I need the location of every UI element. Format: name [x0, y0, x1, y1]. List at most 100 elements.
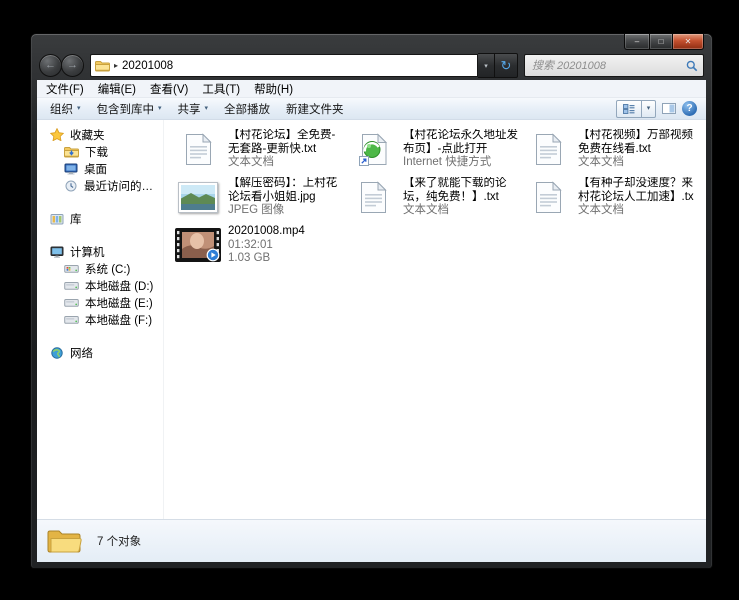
details-pane: 7 个对象	[37, 519, 706, 562]
system-drive-icon	[64, 263, 79, 274]
preview-pane-button[interactable]	[662, 103, 676, 114]
text-file-icon	[525, 128, 571, 170]
sidebar-group: 库	[37, 210, 163, 227]
toolbar-play-all-button[interactable]: 全部播放	[216, 99, 278, 119]
file-text: 【来了就能下载的论坛，纯免费！】.txt文本文档	[403, 176, 519, 220]
menu-view[interactable]: 查看(V)	[143, 81, 195, 97]
navigation-bar: ← → ▸ 20201008 ▾ ↻	[37, 51, 706, 80]
toolbar-share-label: 共享	[178, 101, 201, 117]
sidebar-group-header[interactable]: 收藏夹	[37, 126, 163, 143]
change-view-button[interactable]	[616, 100, 642, 118]
file-detail: 文本文档	[578, 156, 694, 170]
address-bar[interactable]: ▸ 20201008	[90, 54, 478, 77]
file-text: 【村花视频】万部视频免费在线看.txt文本文档	[578, 128, 694, 172]
sidebar-item[interactable]: 本地磁盘 (F:)	[37, 311, 163, 328]
close-button[interactable]: ✕	[673, 34, 704, 50]
toolbar-new-folder-button[interactable]: 新建文件夹	[278, 99, 352, 119]
recent-places-icon	[64, 180, 78, 192]
sidebar-group-header[interactable]: 网络	[37, 344, 163, 361]
change-view-dropdown-button[interactable]: ▾	[642, 100, 656, 118]
chevron-down-icon: ▾	[484, 62, 488, 70]
file-name: 【有种子却没速度？来村花论坛人工加速】.txt	[578, 177, 694, 204]
change-view-control: ▾	[616, 100, 656, 118]
file-list: 【村花论坛】全免费-无套路-更新快.txt文本文档【村花论坛永久地址发布页】-点…	[164, 120, 706, 519]
search-box[interactable]	[524, 54, 704, 77]
minimize-button[interactable]: –	[624, 34, 650, 50]
sidebar-group: 网络	[37, 344, 163, 361]
search-icon	[686, 60, 698, 72]
help-icon: ?	[686, 104, 692, 114]
toolbar-share-button[interactable]: 共享▾	[170, 99, 217, 119]
menu-bar: 文件(F) 编辑(E) 查看(V) 工具(T) 帮助(H)	[37, 80, 706, 98]
toolbar-organize-label: 组织	[50, 101, 73, 117]
file-text: 【有种子却没速度？来村花论坛人工加速】.txt文本文档	[578, 176, 694, 220]
sidebar-group-header[interactable]: 计算机	[37, 243, 163, 260]
sidebar-item-label: 本地磁盘 (D:)	[85, 278, 153, 294]
menu-help[interactable]: 帮助(H)	[247, 81, 300, 97]
file-detail: 文本文档	[403, 204, 519, 218]
star-icon	[50, 128, 64, 141]
file-name: 【村花视频】万部视频免费在线看.txt	[578, 129, 694, 156]
file-text: 【村花论坛】全免费-无套路-更新快.txt文本文档	[228, 128, 344, 172]
refresh-button[interactable]: ↻	[495, 53, 518, 78]
menu-tools[interactable]: 工具(T)	[195, 81, 247, 97]
menu-file[interactable]: 文件(F)	[39, 81, 91, 97]
sidebar-item[interactable]: 下载	[37, 143, 163, 160]
text-file-icon	[525, 176, 571, 218]
close-icon: ✕	[685, 38, 692, 46]
disk-drive-icon	[64, 280, 79, 291]
file-detail: 文本文档	[578, 204, 694, 218]
toolbar-new-folder-label: 新建文件夹	[286, 101, 344, 117]
disk-drive-icon	[64, 297, 79, 308]
jpeg-thumbnail-icon	[175, 176, 221, 218]
item-count: 7 个对象	[97, 533, 141, 549]
forward-arrow-icon: →	[67, 60, 78, 71]
sidebar-item[interactable]: 最近访问的位置	[37, 177, 163, 194]
network-icon	[50, 347, 64, 359]
minimize-icon: –	[635, 38, 639, 46]
window-controls: – □ ✕	[624, 34, 704, 50]
text-file-icon	[175, 128, 221, 170]
sidebar-item-label: 桌面	[84, 161, 107, 177]
text-file-icon	[350, 176, 396, 218]
file-text: 【解压密码】：上村花论坛看小姐姐.jpgJPEG 图像	[228, 176, 344, 220]
help-button[interactable]: ?	[682, 101, 697, 116]
file-detail: 文本文档	[228, 156, 344, 170]
address-dropdown-button[interactable]: ▾	[478, 53, 495, 78]
sidebar-item-label: 下载	[85, 144, 108, 160]
downloads-folder-icon	[64, 146, 79, 158]
file-item[interactable]: 【有种子却没速度？来村花论坛人工加速】.txt文本文档	[522, 174, 697, 222]
sidebar-item-label: 系统 (C:)	[85, 261, 130, 277]
sidebar-item[interactable]: 系统 (C:)	[37, 260, 163, 277]
maximize-button[interactable]: □	[650, 34, 673, 50]
breadcrumb-segment[interactable]: 20201008	[122, 60, 173, 72]
file-item[interactable]: 【来了就能下载的论坛，纯免费！】.txt文本文档	[347, 174, 522, 222]
views-icon	[623, 104, 635, 114]
menu-edit[interactable]: 编辑(E)	[91, 81, 143, 97]
sidebar: 收藏夹下载桌面最近访问的位置库计算机系统 (C:)本地磁盘 (D:)本地磁盘 (…	[37, 120, 164, 519]
sidebar-item-label: 最近访问的位置	[84, 178, 163, 194]
search-input[interactable]	[530, 59, 686, 73]
sidebar-item[interactable]: 桌面	[37, 160, 163, 177]
file-detail: 1.03 GB	[228, 252, 305, 266]
back-button[interactable]: ←	[39, 54, 62, 77]
disk-drive-icon	[64, 314, 79, 325]
sidebar-item[interactable]: 本地磁盘 (D:)	[37, 277, 163, 294]
file-name: 【解压密码】：上村花论坛看小姐姐.jpg	[228, 177, 344, 204]
sidebar-group-header[interactable]: 库	[37, 210, 163, 227]
file-item[interactable]: 20201008.mp401:32:011.03 GB	[172, 222, 347, 270]
file-item[interactable]: 【村花论坛】全免费-无套路-更新快.txt文本文档	[172, 126, 347, 174]
file-item[interactable]: 【村花论坛永久地址发布页】-点此打开Internet 快捷方式	[347, 126, 522, 174]
breadcrumb-separator-icon: ▸	[114, 61, 118, 70]
toolbar-include-label: 包含到库中	[97, 101, 155, 117]
file-detail: Internet 快捷方式	[403, 156, 519, 170]
desktop-background: – □ ✕ ← → ▸ 20201008 ▾ ↻ 文件(F) 编辑(E)	[0, 0, 739, 600]
toolbar-include-in-library-button[interactable]: 包含到库中▾	[89, 99, 170, 119]
video-thumbnail-icon	[175, 224, 221, 266]
sidebar-item[interactable]: 本地磁盘 (E:)	[37, 294, 163, 311]
forward-button[interactable]: →	[61, 54, 84, 77]
sidebar-group-label: 库	[70, 211, 82, 227]
toolbar-organize-button[interactable]: 组织▾	[42, 99, 89, 119]
file-item[interactable]: 【村花视频】万部视频免费在线看.txt文本文档	[522, 126, 697, 174]
file-item[interactable]: 【解压密码】：上村花论坛看小姐姐.jpgJPEG 图像	[172, 174, 347, 222]
